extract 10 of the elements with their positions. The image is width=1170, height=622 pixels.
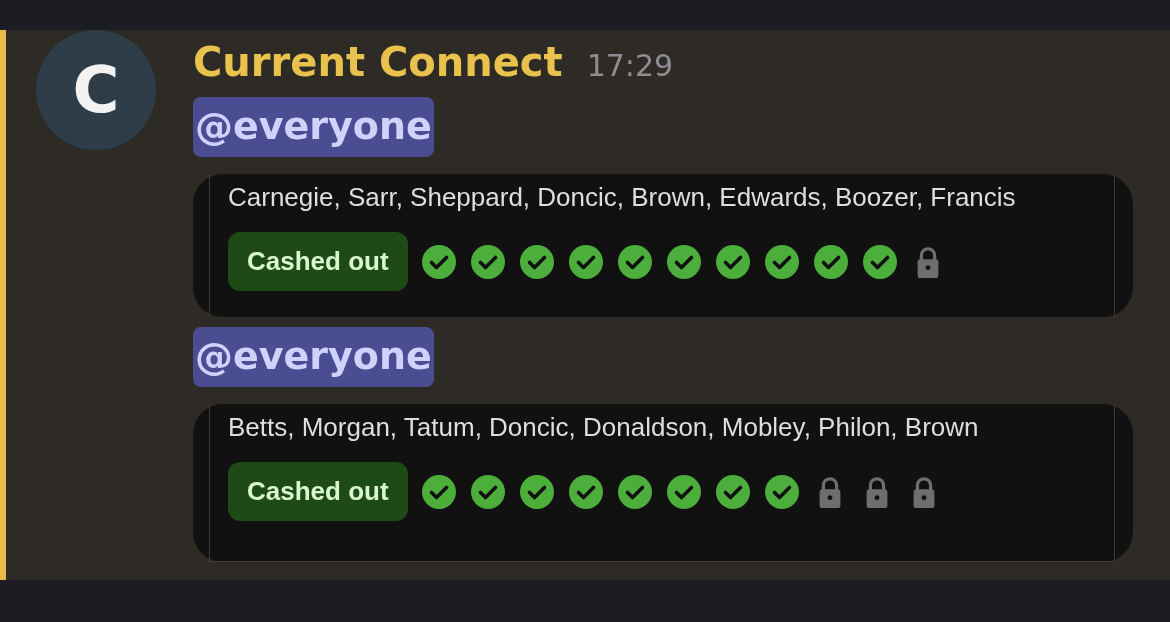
status-badge: Cashed out	[228, 462, 408, 521]
mention-tag[interactable]: @everyone	[193, 327, 434, 387]
status-badge: Cashed out	[228, 232, 408, 291]
avatar[interactable]: C	[36, 30, 156, 150]
avatar-letter: C	[72, 58, 120, 122]
timestamp: 17:29	[586, 48, 674, 83]
player-list: Carnegie, Sarr, Sheppard, Doncic, Brown, Edwards, Boozer, Francis	[228, 180, 1114, 214]
author-name[interactable]: Current Connect	[193, 38, 563, 86]
player-list: Betts, Morgan, Tatum, Doncic, Donaldson, Mobley, Philon, Brown	[228, 410, 1114, 444]
mention-tag[interactable]: @everyone	[193, 97, 434, 157]
